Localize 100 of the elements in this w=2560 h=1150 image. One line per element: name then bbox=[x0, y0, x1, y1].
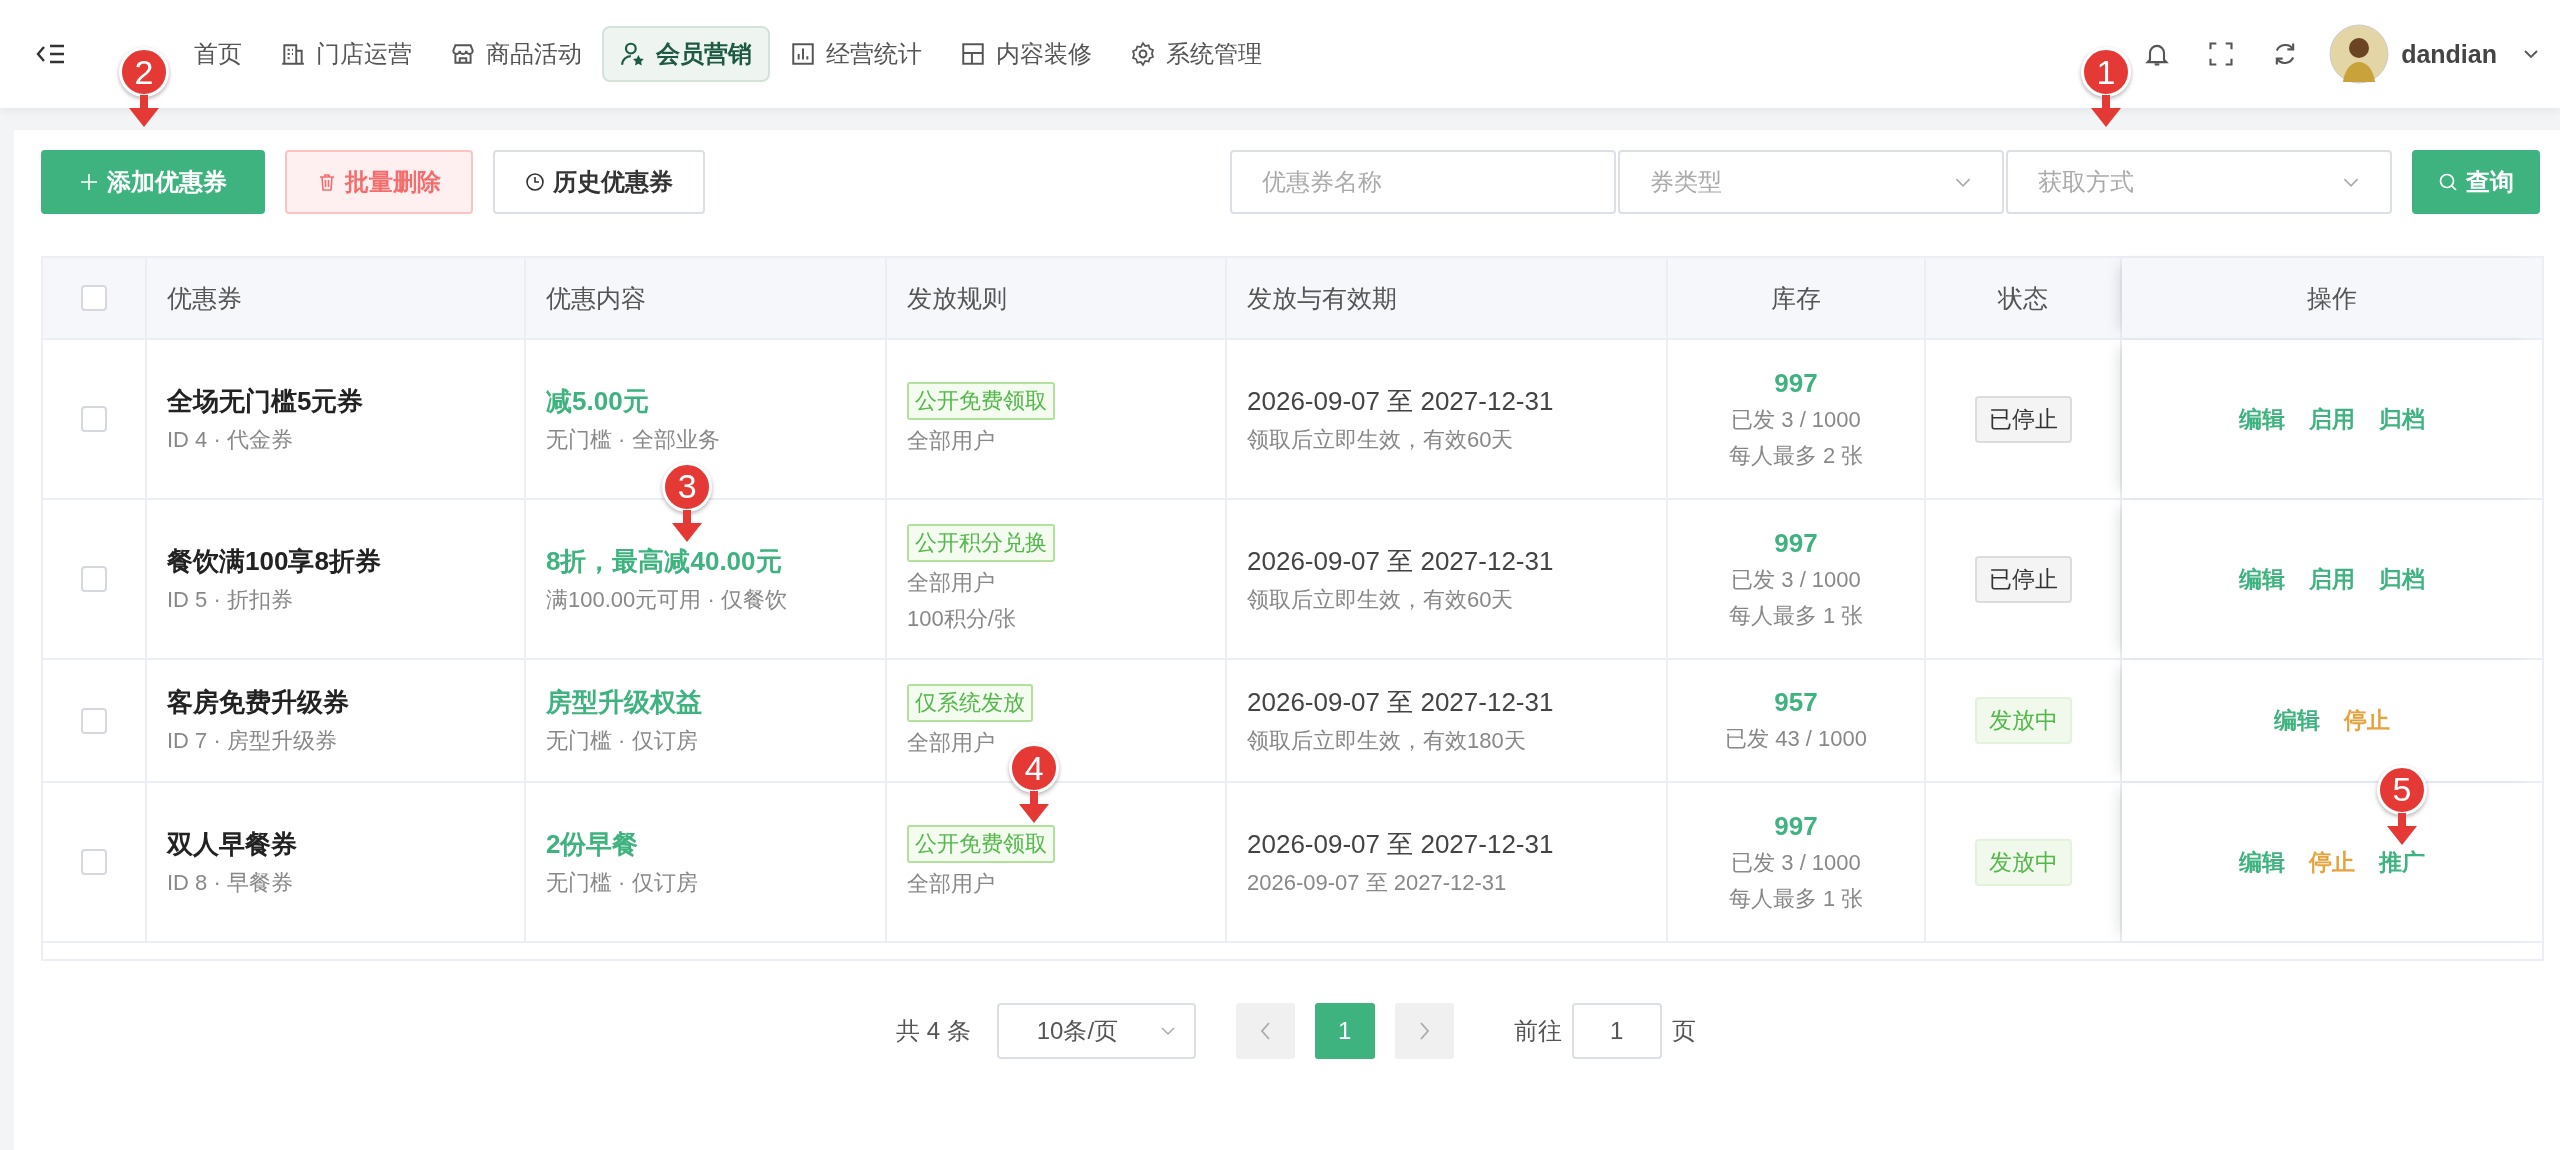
stock-detail: 已发 43 / 1000 bbox=[1725, 725, 1867, 754]
search-button[interactable]: 查询 bbox=[2412, 150, 2540, 214]
column-header: 优惠券 bbox=[167, 282, 242, 314]
coupon-name: 双人早餐券 bbox=[167, 827, 297, 861]
add-coupon-button[interactable]: 添加优惠券 bbox=[41, 150, 265, 214]
coupon-meta: ID 4 · 代金券 bbox=[167, 425, 293, 454]
action-link[interactable]: 归档 bbox=[2379, 563, 2425, 595]
nav-tab[interactable]: 内容装修 bbox=[942, 26, 1110, 82]
coupon-name: 全场无门槛5元券 bbox=[167, 384, 364, 418]
coupon-name: 客房免费升级券 bbox=[167, 686, 349, 720]
action-link[interactable]: 编辑 bbox=[2239, 403, 2285, 435]
status-tag: 发放中 bbox=[1974, 697, 2072, 744]
period-text: 2026-09-07 至 2027-12-31 bbox=[1247, 544, 1554, 578]
total-count: 共 4 条 bbox=[896, 1016, 971, 1046]
nav-tab[interactable]: 门店运营 bbox=[262, 26, 430, 82]
checkbox[interactable] bbox=[81, 849, 107, 875]
period-note: 2026-09-07 至 2027-12-31 bbox=[1247, 868, 1507, 897]
down-arrow-icon bbox=[129, 95, 160, 127]
benefit-text: 房型升级权益 bbox=[546, 686, 702, 720]
benefit-text: 减5.00元 bbox=[546, 384, 649, 418]
period-text: 2026-09-07 至 2027-12-31 bbox=[1247, 827, 1554, 861]
nav-tab[interactable]: 首页 bbox=[176, 26, 260, 82]
action-link[interactable]: 停止 bbox=[2344, 705, 2390, 736]
trash-icon bbox=[317, 172, 337, 192]
checkbox[interactable] bbox=[81, 707, 107, 734]
next-page-icon[interactable] bbox=[1394, 1003, 1454, 1059]
stock-detail: 每人最多 1 张 bbox=[1728, 601, 1864, 630]
down-arrow-icon bbox=[1019, 791, 1050, 824]
nav-tab[interactable]: 会员营销 bbox=[602, 26, 770, 82]
status-tag: 已停止 bbox=[1974, 395, 2072, 443]
stock-detail: 每人最多 1 张 bbox=[1728, 884, 1864, 913]
stock-count: 997 bbox=[1774, 527, 1818, 559]
rule-tag: 公开积分兑换 bbox=[907, 524, 1055, 563]
down-arrow-icon bbox=[2387, 812, 2417, 845]
action-link[interactable]: 启用 bbox=[2309, 403, 2355, 435]
menu-fold-icon[interactable] bbox=[36, 42, 66, 66]
rule-text: 全部用户 bbox=[907, 569, 995, 598]
rule-tag: 仅系统发放 bbox=[907, 683, 1033, 722]
avatar-icon[interactable] bbox=[2329, 24, 2390, 84]
nav-tab[interactable]: 系统管理 bbox=[1112, 26, 1280, 82]
column-header: 发放规则 bbox=[907, 282, 1007, 314]
column-header: 操作 bbox=[2307, 282, 2357, 314]
rule-tag: 公开免费领取 bbox=[907, 825, 1055, 864]
down-arrow-icon bbox=[2091, 95, 2121, 127]
coupon-meta: ID 7 · 房型升级券 bbox=[167, 727, 337, 756]
checkbox[interactable] bbox=[81, 566, 107, 592]
benefit-note: 满100.00元可用 · 仅餐饮 bbox=[546, 585, 787, 614]
action-link[interactable]: 编辑 bbox=[2274, 705, 2320, 736]
nav-tab[interactable]: 经营统计 bbox=[772, 26, 940, 82]
chevron-down-icon[interactable] bbox=[2523, 49, 2539, 59]
benefit-text: 2份早餐 bbox=[546, 827, 639, 861]
previous-page-icon[interactable] bbox=[1235, 1003, 1295, 1059]
history-button[interactable]: 历史优惠券 bbox=[493, 150, 705, 214]
page-suffix: 页 bbox=[1671, 1016, 1696, 1046]
user-name[interactable]: dandian bbox=[2401, 39, 2497, 69]
coupon-name: 餐饮满100享8折券 bbox=[167, 544, 381, 578]
batch-delete-button[interactable]: 批量删除 bbox=[285, 150, 473, 214]
select-field[interactable]: 获取方式 bbox=[2006, 150, 2392, 214]
period-note: 领取后立即生效，有效180天 bbox=[1247, 727, 1526, 756]
action-link[interactable]: 停止 bbox=[2309, 846, 2355, 878]
benefit-note: 无门槛 · 仅订房 bbox=[546, 868, 698, 897]
checkbox[interactable] bbox=[81, 285, 107, 311]
period-note: 领取后立即生效，有效60天 bbox=[1247, 425, 1514, 454]
rule-text: 全部用户 bbox=[907, 728, 995, 757]
action-link[interactable]: 编辑 bbox=[2239, 846, 2285, 878]
action-link[interactable]: 启用 bbox=[2309, 563, 2355, 595]
chevron-down-icon bbox=[2342, 176, 2360, 188]
user-star-icon bbox=[620, 41, 646, 67]
page-size-select[interactable]: 10条/页 bbox=[996, 1003, 1196, 1059]
stock-detail: 已发 3 / 1000 bbox=[1731, 405, 1861, 434]
rule-text: 全部用户 bbox=[907, 870, 995, 899]
benefit-note: 无门槛 · 仅订房 bbox=[546, 727, 698, 756]
select-field[interactable]: 券类型 bbox=[1618, 150, 2004, 214]
nav-tab[interactable]: 商品活动 bbox=[432, 26, 600, 82]
down-arrow-icon bbox=[672, 509, 703, 542]
action-link[interactable]: 编辑 bbox=[2239, 563, 2285, 595]
page-number[interactable]: 1 bbox=[1314, 1003, 1375, 1059]
store-icon bbox=[450, 41, 476, 67]
rule-text: 全部用户 bbox=[907, 427, 995, 456]
column-header: 状态 bbox=[1998, 282, 2048, 314]
chevron-down-icon bbox=[1159, 1026, 1176, 1036]
status-tag: 发放中 bbox=[1974, 838, 2072, 886]
bar-chart-icon bbox=[790, 41, 816, 67]
rule-tag: 公开免费领取 bbox=[907, 382, 1055, 421]
status-tag: 已停止 bbox=[1974, 555, 2072, 603]
coupon-meta: ID 5 · 折扣券 bbox=[167, 585, 293, 614]
coupon-meta: ID 8 · 早餐券 bbox=[167, 868, 293, 897]
stock-count: 997 bbox=[1774, 810, 1818, 842]
action-link[interactable]: 归档 bbox=[2379, 403, 2425, 435]
stock-detail: 已发 3 / 1000 bbox=[1731, 848, 1861, 877]
action-link[interactable]: 推广 bbox=[2379, 846, 2425, 878]
checkbox[interactable] bbox=[81, 406, 107, 432]
grid-icon bbox=[960, 41, 986, 67]
stock-count: 957 bbox=[1774, 687, 1818, 719]
column-header: 优惠内容 bbox=[546, 282, 646, 314]
page-input[interactable]: 1 bbox=[1571, 1003, 1662, 1059]
settings-icon bbox=[1130, 41, 1156, 67]
coupon-name-field[interactable]: 优惠券名称 bbox=[1230, 150, 1616, 214]
rule-text: 100积分/张 bbox=[907, 605, 1016, 633]
fullscreen-icon[interactable] bbox=[2207, 40, 2236, 68]
